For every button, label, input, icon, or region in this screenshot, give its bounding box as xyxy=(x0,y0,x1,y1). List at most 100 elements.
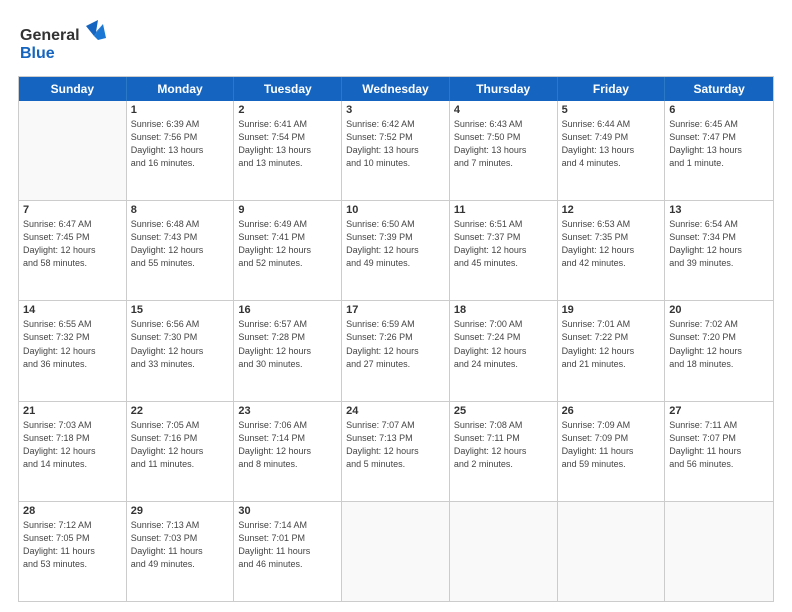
day-number: 21 xyxy=(23,405,122,417)
cell-info: Sunrise: 6:48 AM Sunset: 7:43 PM Dayligh… xyxy=(131,218,230,270)
cell-info: Sunrise: 6:42 AM Sunset: 7:52 PM Dayligh… xyxy=(346,118,445,170)
calendar-cell: 6 Sunrise: 6:45 AM Sunset: 7:47 PM Daylig… xyxy=(665,101,773,200)
calendar-cell: 2 Sunrise: 6:41 AM Sunset: 7:54 PM Daylig… xyxy=(234,101,342,200)
day-number: 10 xyxy=(346,204,445,216)
calendar-cell: 21Sunrise: 7:03 AM Sunset: 7:18 PM Dayli… xyxy=(19,402,127,501)
logo-svg: General Blue xyxy=(18,18,108,66)
calendar-cell: 15 Sunrise: 6:56 AM Sunset: 7:30 PM Dayli… xyxy=(127,301,235,400)
cell-info: Sunrise: 6:55 AM Sunset: 7:32 PM Dayligh… xyxy=(23,318,122,370)
calendar-cell: 1 Sunrise: 6:39 AM Sunset: 7:56 PM Daylig… xyxy=(127,101,235,200)
day-number: 15 xyxy=(131,304,230,316)
day-number: 19 xyxy=(562,304,661,316)
cell-info: Sunrise: 6:50 AM Sunset: 7:39 PM Dayligh… xyxy=(346,218,445,270)
calendar-cell: 9 Sunrise: 6:49 AM Sunset: 7:41 PM Daylig… xyxy=(234,201,342,300)
day-number: 20 xyxy=(669,304,769,316)
day-number: 22 xyxy=(131,405,230,417)
calendar-cell: 7Sunrise: 6:47 AM Sunset: 7:45 PM Daylig… xyxy=(19,201,127,300)
day-number: 8 xyxy=(131,204,230,216)
cell-info: Sunrise: 7:00 AM Sunset: 7:24 PM Dayligh… xyxy=(454,318,553,370)
cell-info: Sunrise: 7:12 AM Sunset: 7:05 PM Dayligh… xyxy=(23,519,122,571)
cell-info: Sunrise: 6:57 AM Sunset: 7:28 PM Dayligh… xyxy=(238,318,337,370)
cell-info: Sunrise: 6:59 AM Sunset: 7:26 PM Dayligh… xyxy=(346,318,445,370)
calendar-cell: 8 Sunrise: 6:48 AM Sunset: 7:43 PM Daylig… xyxy=(127,201,235,300)
header-day-monday: Monday xyxy=(127,77,235,101)
header-day-thursday: Thursday xyxy=(450,77,558,101)
cell-info: Sunrise: 7:09 AM Sunset: 7:09 PM Dayligh… xyxy=(562,419,661,471)
day-number: 4 xyxy=(454,104,553,116)
calendar-cell: 17 Sunrise: 6:59 AM Sunset: 7:26 PM Dayli… xyxy=(342,301,450,400)
calendar-body: 1 Sunrise: 6:39 AM Sunset: 7:56 PM Daylig… xyxy=(19,101,773,601)
calendar-cell: 10 Sunrise: 6:50 AM Sunset: 7:39 PM Dayli… xyxy=(342,201,450,300)
calendar-cell: 22 Sunrise: 7:05 AM Sunset: 7:16 PM Dayli… xyxy=(127,402,235,501)
day-number: 29 xyxy=(131,505,230,517)
calendar-cell: 13Sunrise: 6:54 AM Sunset: 7:34 PM Dayli… xyxy=(665,201,773,300)
cell-info: Sunrise: 7:01 AM Sunset: 7:22 PM Dayligh… xyxy=(562,318,661,370)
cell-info: Sunrise: 7:11 AM Sunset: 7:07 PM Dayligh… xyxy=(669,419,769,471)
day-number: 3 xyxy=(346,104,445,116)
calendar-cell: 16 Sunrise: 6:57 AM Sunset: 7:28 PM Dayli… xyxy=(234,301,342,400)
day-number: 12 xyxy=(562,204,661,216)
day-number: 11 xyxy=(454,204,553,216)
day-number: 23 xyxy=(238,405,337,417)
day-number: 17 xyxy=(346,304,445,316)
day-number: 14 xyxy=(23,304,122,316)
calendar-week-3: 14 Sunrise: 6:55 AM Sunset: 7:32 PM Dayli… xyxy=(19,300,773,400)
calendar-week-5: 28 Sunrise: 7:12 AM Sunset: 7:05 PM Dayli… xyxy=(19,501,773,601)
calendar-cell: 12 Sunrise: 6:53 AM Sunset: 7:35 PM Dayli… xyxy=(558,201,666,300)
logo: General Blue xyxy=(18,18,108,66)
cell-info: Sunrise: 6:53 AM Sunset: 7:35 PM Dayligh… xyxy=(562,218,661,270)
calendar-cell: 5 Sunrise: 6:44 AM Sunset: 7:49 PM Daylig… xyxy=(558,101,666,200)
calendar-cell: 20 Sunrise: 7:02 AM Sunset: 7:20 PM Dayli… xyxy=(665,301,773,400)
day-number: 30 xyxy=(238,505,337,517)
day-number: 13 xyxy=(669,204,769,216)
cell-info: Sunrise: 6:51 AM Sunset: 7:37 PM Dayligh… xyxy=(454,218,553,270)
cell-info: Sunrise: 6:49 AM Sunset: 7:41 PM Dayligh… xyxy=(238,218,337,270)
calendar-week-4: 21Sunrise: 7:03 AM Sunset: 7:18 PM Dayli… xyxy=(19,401,773,501)
cell-info: Sunrise: 6:41 AM Sunset: 7:54 PM Dayligh… xyxy=(238,118,337,170)
cell-info: Sunrise: 6:43 AM Sunset: 7:50 PM Dayligh… xyxy=(454,118,553,170)
calendar-cell xyxy=(342,502,450,601)
calendar-week-2: 7Sunrise: 6:47 AM Sunset: 7:45 PM Daylig… xyxy=(19,200,773,300)
calendar-cell: 14 Sunrise: 6:55 AM Sunset: 7:32 PM Dayli… xyxy=(19,301,127,400)
day-number: 28 xyxy=(23,505,122,517)
cell-info: Sunrise: 7:14 AM Sunset: 7:01 PM Dayligh… xyxy=(238,519,337,571)
calendar-cell: 3 Sunrise: 6:42 AM Sunset: 7:52 PM Daylig… xyxy=(342,101,450,200)
day-number: 24 xyxy=(346,405,445,417)
calendar-cell: 30 Sunrise: 7:14 AM Sunset: 7:01 PM Dayli… xyxy=(234,502,342,601)
calendar: SundayMondayTuesdayWednesdayThursdayFrid… xyxy=(18,76,774,602)
cell-info: Sunrise: 6:56 AM Sunset: 7:30 PM Dayligh… xyxy=(131,318,230,370)
calendar-cell: 28 Sunrise: 7:12 AM Sunset: 7:05 PM Dayli… xyxy=(19,502,127,601)
day-number: 1 xyxy=(131,104,230,116)
cell-info: Sunrise: 7:05 AM Sunset: 7:16 PM Dayligh… xyxy=(131,419,230,471)
day-number: 5 xyxy=(562,104,661,116)
day-number: 16 xyxy=(238,304,337,316)
header-day-wednesday: Wednesday xyxy=(342,77,450,101)
day-number: 9 xyxy=(238,204,337,216)
cell-info: Sunrise: 7:02 AM Sunset: 7:20 PM Dayligh… xyxy=(669,318,769,370)
calendar-cell xyxy=(450,502,558,601)
day-number: 27 xyxy=(669,405,769,417)
svg-text:Blue: Blue xyxy=(20,45,55,62)
header-day-saturday: Saturday xyxy=(665,77,773,101)
day-number: 6 xyxy=(669,104,769,116)
calendar-cell xyxy=(665,502,773,601)
page-header: General Blue xyxy=(18,18,774,66)
calendar-week-1: 1 Sunrise: 6:39 AM Sunset: 7:56 PM Daylig… xyxy=(19,101,773,200)
calendar-cell xyxy=(558,502,666,601)
header-day-tuesday: Tuesday xyxy=(234,77,342,101)
calendar-cell: 23Sunrise: 7:06 AM Sunset: 7:14 PM Dayli… xyxy=(234,402,342,501)
calendar-cell xyxy=(19,101,127,200)
calendar-cell: 25Sunrise: 7:08 AM Sunset: 7:11 PM Dayli… xyxy=(450,402,558,501)
cell-info: Sunrise: 6:39 AM Sunset: 7:56 PM Dayligh… xyxy=(131,118,230,170)
cell-info: Sunrise: 6:44 AM Sunset: 7:49 PM Dayligh… xyxy=(562,118,661,170)
day-number: 2 xyxy=(238,104,337,116)
calendar-cell: 19 Sunrise: 7:01 AM Sunset: 7:22 PM Dayli… xyxy=(558,301,666,400)
calendar-cell: 11 Sunrise: 6:51 AM Sunset: 7:37 PM Dayli… xyxy=(450,201,558,300)
cell-info: Sunrise: 7:13 AM Sunset: 7:03 PM Dayligh… xyxy=(131,519,230,571)
cell-info: Sunrise: 6:45 AM Sunset: 7:47 PM Dayligh… xyxy=(669,118,769,170)
cell-info: Sunrise: 7:08 AM Sunset: 7:11 PM Dayligh… xyxy=(454,419,553,471)
svg-text:General: General xyxy=(20,27,80,44)
calendar-cell: 4 Sunrise: 6:43 AM Sunset: 7:50 PM Daylig… xyxy=(450,101,558,200)
day-number: 26 xyxy=(562,405,661,417)
cell-info: Sunrise: 7:07 AM Sunset: 7:13 PM Dayligh… xyxy=(346,419,445,471)
